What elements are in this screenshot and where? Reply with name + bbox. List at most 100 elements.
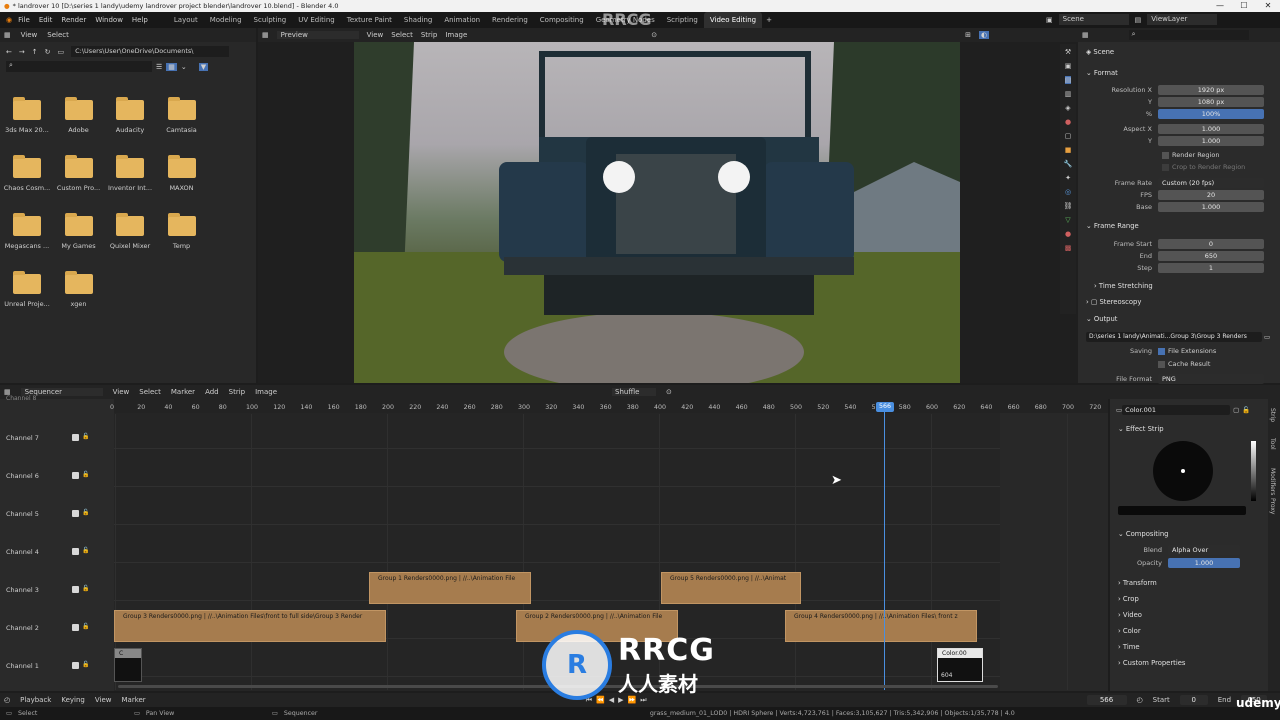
object-icon[interactable]: ■ — [1065, 146, 1072, 154]
material-icon[interactable]: ● — [1065, 230, 1071, 238]
pivot-icon[interactable]: ⊙ — [651, 31, 657, 39]
menu-file[interactable]: File — [18, 16, 30, 24]
menu-edit[interactable]: Edit — [39, 16, 53, 24]
clock-icon[interactable]: ◴ — [1137, 696, 1143, 704]
menu-view[interactable]: View — [95, 696, 112, 704]
thumbnail-view-icon[interactable]: ▦ — [166, 62, 177, 71]
channel-mute-checkbox[interactable] — [72, 434, 79, 441]
scene-icon[interactable]: ◈ — [1065, 104, 1070, 112]
aspect-y-field[interactable]: 1.000 — [1158, 136, 1264, 146]
section-video[interactable]: › Video — [1118, 611, 1142, 619]
properties-search-input[interactable]: ⌕ — [1128, 30, 1249, 40]
channel-lock-icon[interactable]: 🔓 — [82, 585, 89, 592]
menu-strip[interactable]: Strip — [421, 31, 437, 39]
color-strip-a[interactable]: C — [114, 648, 142, 682]
sidebar-tab-strip[interactable]: Strip — [1269, 408, 1276, 422]
preview-mode-selector[interactable]: Preview — [276, 31, 359, 39]
file-format-select[interactable]: PNG — [1158, 374, 1264, 384]
editor-type-icon[interactable]: ◴ — [4, 696, 10, 704]
add-workspace-icon[interactable]: + — [766, 16, 772, 24]
base-field[interactable]: 1.000 — [1158, 202, 1264, 212]
workspace-tab-animation[interactable]: Animation — [438, 12, 486, 28]
strip-name-field[interactable]: Color.001 — [1122, 405, 1231, 415]
channel-label[interactable]: Channel 6 — [6, 472, 39, 480]
output-path-field[interactable]: D:\series 1 landy\Animati...Group 3\Grou… — [1086, 332, 1262, 342]
channel-label[interactable]: Channel 1 — [6, 662, 39, 670]
render-icon[interactable]: ▣ — [1065, 62, 1072, 70]
blender-menu-icon[interactable]: ◉ — [6, 16, 12, 24]
color-wheel[interactable] — [1153, 441, 1213, 501]
section-crop[interactable]: › Crop — [1118, 595, 1139, 603]
editor-type-icon[interactable]: ▦ — [4, 31, 11, 39]
path-field[interactable]: C:\Users\User\OneDrive\Documents\ — [71, 46, 230, 57]
folder-item[interactable]: Adobe — [54, 97, 104, 134]
view-layer-icon[interactable]: ▤ — [1135, 16, 1142, 24]
channel-mute-checkbox[interactable] — [72, 548, 79, 555]
minimize-icon[interactable]: — — [1208, 0, 1232, 12]
stereoscopy-panel[interactable]: › ▢ Stereoscopy — [1086, 298, 1141, 306]
new-folder-icon[interactable]: ▭ — [58, 48, 65, 56]
channel-lock-icon[interactable]: 🔓 — [82, 433, 89, 440]
start-field[interactable]: 0 — [1179, 695, 1208, 705]
color-strip-b[interactable]: Color.00 604 — [937, 648, 983, 682]
channel-label[interactable]: Channel 7 — [6, 434, 39, 442]
menu-select[interactable]: Select — [139, 388, 161, 396]
lock-icon[interactable]: 🔓 — [1242, 406, 1250, 414]
menu-window[interactable]: Window — [95, 16, 123, 24]
file-extensions-checkbox[interactable] — [1158, 347, 1165, 355]
frame-end-field[interactable]: 650 — [1158, 251, 1264, 261]
refresh-icon[interactable]: ↻ — [45, 48, 51, 56]
folder-item[interactable]: Camtasia — [157, 97, 207, 134]
folder-item[interactable]: My Games — [54, 213, 104, 250]
menu-keying[interactable]: Keying — [61, 696, 85, 704]
frame-start-field[interactable]: 0 — [1158, 239, 1264, 249]
menu-view[interactable]: View — [367, 31, 384, 39]
particles-icon[interactable]: ✦ — [1065, 174, 1071, 182]
overlay-icon[interactable]: ◐ — [979, 31, 990, 39]
folder-item[interactable]: xgen — [54, 271, 104, 308]
channel-lock-icon[interactable]: 🔓 — [82, 509, 89, 516]
gizmo-icon[interactable]: ⊞ — [965, 31, 971, 39]
workspace-tab-sculpting[interactable]: Sculpting — [248, 12, 293, 28]
crop-region-checkbox[interactable] — [1162, 163, 1169, 171]
menu-marker[interactable]: Marker — [171, 388, 195, 396]
sidebar-tab-modifiers[interactable]: Modifiers — [1269, 468, 1276, 495]
sidebar-tab-tool[interactable]: Tool — [1269, 438, 1276, 450]
tool-icon[interactable]: ⚒ — [1065, 48, 1071, 56]
opacity-field[interactable]: 1.000 — [1168, 558, 1240, 568]
maximize-icon[interactable]: ☐ — [1232, 0, 1256, 12]
cache-result-checkbox[interactable] — [1158, 360, 1165, 368]
compositing-panel[interactable]: ⌄ Compositing — [1118, 530, 1168, 538]
close-icon[interactable]: ✕ — [1256, 0, 1280, 12]
menu-marker[interactable]: Marker — [121, 696, 145, 704]
resolution-percent-field[interactable]: 100% — [1158, 109, 1264, 119]
scene-selector[interactable]: Scene — [1058, 14, 1129, 25]
physics-icon[interactable]: ◎ — [1065, 188, 1071, 196]
render-region-checkbox[interactable] — [1162, 151, 1169, 159]
sidebar-tab-proxy[interactable]: Proxy — [1269, 498, 1276, 514]
filter-icon[interactable]: ▼ — [198, 62, 209, 71]
folder-item[interactable]: Temp — [157, 213, 207, 250]
workspace-tab-shading[interactable]: Shading — [398, 12, 438, 28]
texture-icon[interactable]: ▩ — [1065, 244, 1072, 252]
snap-icon[interactable]: ⊙ — [666, 388, 672, 396]
workspace-tab-video-editing[interactable]: Video Editing — [703, 12, 763, 28]
filter-search-input[interactable]: ⌕ — [6, 61, 152, 72]
output-icon[interactable]: ▤ — [1064, 76, 1072, 84]
data-icon[interactable]: ▽ — [1065, 216, 1070, 224]
editor-type-icon[interactable]: ▦ — [262, 31, 269, 39]
menu-help[interactable]: Help — [132, 16, 148, 24]
menu-render[interactable]: Render — [61, 16, 86, 24]
menu-view[interactable]: View — [21, 31, 38, 39]
workspace-tab-scripting[interactable]: Scripting — [661, 12, 704, 28]
menu-image[interactable]: Image — [445, 31, 467, 39]
image-strip-group4[interactable]: Group 4 Renders0000.png | //..\Animation… — [785, 610, 977, 642]
world-icon[interactable]: ● — [1065, 118, 1071, 126]
modifier-icon[interactable]: 🔧 — [1064, 160, 1073, 168]
folder-item[interactable]: Audacity — [105, 97, 155, 134]
channel-lock-icon[interactable]: 🔓 — [82, 623, 89, 630]
value-slider[interactable] — [1251, 441, 1256, 501]
frame-step-field[interactable]: 1 — [1158, 263, 1264, 273]
view-layer-icon[interactable]: ▥ — [1065, 90, 1072, 98]
aspect-x-field[interactable]: 1.000 — [1158, 124, 1264, 134]
